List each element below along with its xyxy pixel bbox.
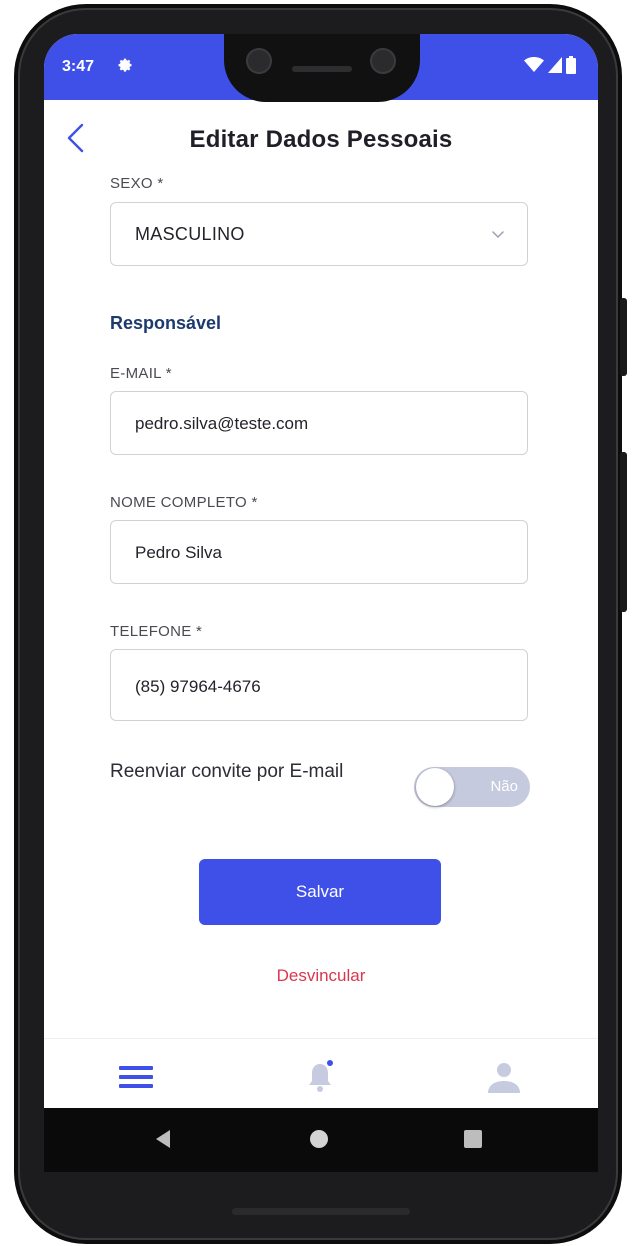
telefone-value: (85) 97964-4676 [135, 677, 261, 696]
battery-icon [566, 56, 576, 74]
telefone-field[interactable]: (85) 97964-4676 [110, 649, 528, 721]
section-title-responsavel: Responsável [110, 313, 222, 333]
unlink-link[interactable]: Desvincular [44, 966, 598, 986]
toggle-state-text: Não [490, 778, 518, 795]
bell-icon[interactable] [300, 1057, 340, 1097]
sexo-select[interactable]: MASCULINO [110, 202, 528, 266]
page-title: Editar Dados Pessoais [189, 126, 453, 153]
toggle-knob [416, 768, 454, 806]
power-button [620, 298, 627, 376]
volume-button [620, 452, 627, 612]
menu-icon[interactable] [116, 1057, 156, 1097]
earpiece-speaker [292, 66, 352, 72]
email-field[interactable]: pedro.silva@teste.com [110, 391, 528, 455]
status-icons [524, 56, 576, 74]
sexo-value: MASCULINO [135, 224, 245, 244]
reenviar-label: Reenviar convite por E-mail [110, 761, 344, 782]
app-screen: 3:47 Editar Dados Pessoais SEXO * MASCUL [44, 34, 598, 1172]
email-label: E-MAIL * [110, 365, 172, 382]
system-home-icon[interactable] [310, 1130, 328, 1148]
sexo-label: SEXO * [110, 175, 164, 192]
reenviar-toggle[interactable]: Não [414, 767, 530, 807]
status-time: 3:47 [62, 58, 95, 75]
email-value: pedro.silva@teste.com [135, 414, 309, 433]
front-camera [246, 48, 272, 74]
user-icon[interactable] [484, 1057, 524, 1097]
nome-field[interactable]: Pedro Silva [110, 520, 528, 584]
telefone-label: TELEFONE * [110, 623, 203, 640]
system-recents-icon[interactable] [464, 1130, 482, 1148]
chevron-down-icon [492, 231, 504, 239]
system-navigation-bar [44, 1108, 598, 1172]
settings-gear-icon [118, 58, 132, 72]
system-back-icon[interactable] [156, 1130, 170, 1148]
signal-icon [548, 57, 562, 73]
wifi-icon [524, 57, 544, 72]
save-button[interactable]: Salvar [199, 859, 441, 925]
bottom-navigation [44, 1038, 598, 1108]
bottom-speaker [232, 1208, 410, 1215]
nome-value: Pedro Silva [135, 543, 222, 562]
camera-notch [224, 34, 420, 102]
nome-label: NOME COMPLETO * [110, 494, 258, 511]
front-sensor [370, 48, 396, 74]
